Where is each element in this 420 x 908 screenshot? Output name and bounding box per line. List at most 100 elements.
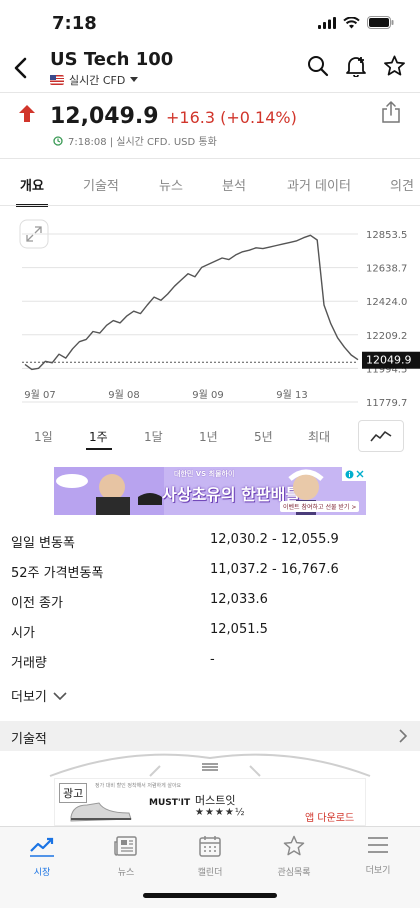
ad-banner[interactable]: 대한민 VS 최물하이 사상초유의 한판배틀 이벤트 참여하고 선물 받기 >: [54, 467, 366, 515]
y-tick-label: 12209.2: [366, 331, 407, 342]
adchoices-badge[interactable]: [342, 467, 366, 481]
tab-analysis[interactable]: 분석: [222, 175, 246, 194]
search-icon[interactable]: [307, 55, 329, 77]
stat-row: 거래량 -: [0, 648, 420, 672]
instrument-header: US Tech 100 실시간 CFD: [0, 44, 420, 92]
quote-meta: 7:18:08 | 실시간 CFD. USD 통화: [53, 133, 217, 148]
clock-icon: [53, 135, 63, 146]
range-1d[interactable]: 1일: [34, 428, 53, 445]
x-tick-label: 9월 13: [276, 389, 307, 401]
ad-cta: 이벤트 참여하고 선물 받기 >: [280, 501, 360, 512]
range-max[interactable]: 최대: [308, 428, 330, 445]
status-icons: [318, 16, 394, 29]
ad-close-icon[interactable]: [356, 470, 364, 478]
nav-watchlist[interactable]: 관심목록: [252, 835, 336, 878]
tab-news[interactable]: 뉴스: [159, 175, 183, 194]
price-chart-svg: 12853.512638.712424.012209.211994.511779…: [19, 219, 420, 409]
ad-rating: ★★★★½: [195, 807, 246, 818]
technical-section-header[interactable]: 기술적: [0, 721, 420, 751]
stat-value: 11,037.2 - 16,767.6: [210, 562, 339, 577]
stat-value: 12,030.2 - 12,055.9: [210, 532, 339, 547]
nav-news[interactable]: 뉴스: [84, 835, 168, 878]
header-actions: [307, 55, 406, 77]
stat-value: -: [210, 652, 215, 667]
line-chart-icon: [370, 431, 392, 442]
tab-technical[interactable]: 기술적: [83, 175, 119, 194]
watchlist-star-icon[interactable]: [383, 55, 406, 77]
wifi-icon: [343, 16, 360, 28]
show-more-label: 더보기: [11, 690, 47, 705]
chevron-down-icon: [53, 691, 67, 700]
detail-tabs: 개요 기술적 뉴스 분석 과거 데이터 의견: [0, 158, 420, 207]
last-price: 12,049.9: [50, 104, 159, 129]
adchoices-info-icon: [345, 470, 353, 478]
nav-calendar[interactable]: 캘린더: [168, 835, 252, 878]
x-tick-label: 9월 08: [108, 389, 139, 401]
range-1w[interactable]: 1주: [89, 428, 108, 445]
calendar-icon: [199, 836, 221, 857]
ad-app-name: 머스트잇: [195, 794, 236, 807]
nav-label: 관심목록: [277, 868, 311, 878]
nav-market[interactable]: 시장: [0, 835, 84, 878]
stat-label: 시가: [11, 626, 35, 641]
sheet-drag-handle-icon[interactable]: [202, 763, 218, 771]
active-range-indicator: [86, 448, 112, 450]
home-indicator: [143, 893, 277, 898]
header-divider: [0, 92, 420, 93]
signal-icon: [318, 16, 336, 29]
y-tick-label: 11779.7: [366, 398, 407, 409]
instrument-type-selector[interactable]: 실시간 CFD: [50, 72, 139, 88]
newspaper-icon: [114, 836, 137, 856]
instrument-type-label: 실시간 CFD: [69, 74, 126, 87]
range-5y[interactable]: 5년: [254, 428, 273, 445]
add-alert-bell-icon[interactable]: [345, 55, 367, 77]
ad-fineprint: 정가 대비 할인 정착해서 저렴하게 살아요: [95, 783, 182, 789]
stat-label: 이전 종가: [11, 596, 63, 611]
stat-row: 시가 12,051.5: [0, 618, 420, 642]
price-change: +16.3 (+0.14%): [166, 108, 297, 127]
share-icon[interactable]: [382, 101, 400, 123]
us-flag-icon: [50, 75, 64, 85]
price-chart[interactable]: 12853.5 12638.7 12424.0 12209.2 11994.5 11779…: [0, 210, 420, 410]
x-tick-label: 9월 09: [192, 389, 223, 401]
current-price-label: 12049.9: [366, 354, 412, 367]
nav-label: 시장: [33, 868, 51, 878]
stat-label: 52주 가격변동폭: [11, 566, 104, 581]
y-tick-label: 12853.5: [366, 230, 407, 241]
stat-label: 거래량: [11, 656, 47, 671]
nav-label: 캘린더: [197, 868, 223, 878]
chart-trend-icon: [30, 837, 54, 857]
x-tick-label: 9월 07: [24, 389, 55, 401]
tab-opinion[interactable]: 의견: [390, 175, 414, 194]
stat-row: 이전 종가 12,033.6: [0, 588, 420, 612]
ad-top-text: 대한민 VS 최물하이: [174, 470, 235, 478]
ad-banner-2[interactable]: 광고 정가 대비 할인 정착해서 저렴하게 살아요 MUST'IT 머스트잇 ★…: [54, 778, 366, 826]
status-time: 7:18: [52, 13, 97, 34]
tab-overview[interactable]: 개요: [20, 175, 44, 194]
quote-panel: 12,049.9 +16.3 (+0.14%) 7:18:08 | 실시간 CF…: [0, 95, 420, 155]
price-up-arrow-icon: [19, 105, 35, 122]
battery-icon: [367, 16, 394, 29]
caret-down-icon: [130, 77, 139, 82]
y-tick-label: 12424.0: [366, 297, 407, 308]
range-1m[interactable]: 1달: [144, 428, 163, 445]
price-series-line: [24, 234, 359, 371]
nav-label: 뉴스: [117, 868, 135, 878]
stat-row: 일일 변동폭 12,030.2 - 12,055.9: [0, 528, 420, 552]
tabs-divider: [0, 205, 420, 206]
chart-type-button[interactable]: [358, 420, 404, 452]
show-more-button[interactable]: 더보기: [11, 686, 67, 705]
back-arrow-icon[interactable]: [10, 54, 32, 82]
ad-illustration-left: [54, 467, 164, 515]
range-1y[interactable]: 1년: [199, 428, 218, 445]
stat-row: 52주 가격변동폭 11,037.2 - 16,767.6: [0, 558, 420, 582]
stat-label: 일일 변동폭: [11, 536, 75, 551]
ad-download-button[interactable]: 앱 다운로드: [305, 809, 354, 824]
menu-icon: [368, 837, 388, 853]
quote-timestamp: 7:18:08 | 실시간 CFD. USD 통화: [68, 137, 217, 148]
section-title: 기술적: [11, 732, 47, 747]
nav-more[interactable]: 더보기: [336, 835, 420, 876]
sneaker-image: [70, 802, 132, 822]
tab-historical-data[interactable]: 과거 데이터: [287, 175, 351, 194]
y-tick-label: 12638.7: [366, 264, 407, 275]
